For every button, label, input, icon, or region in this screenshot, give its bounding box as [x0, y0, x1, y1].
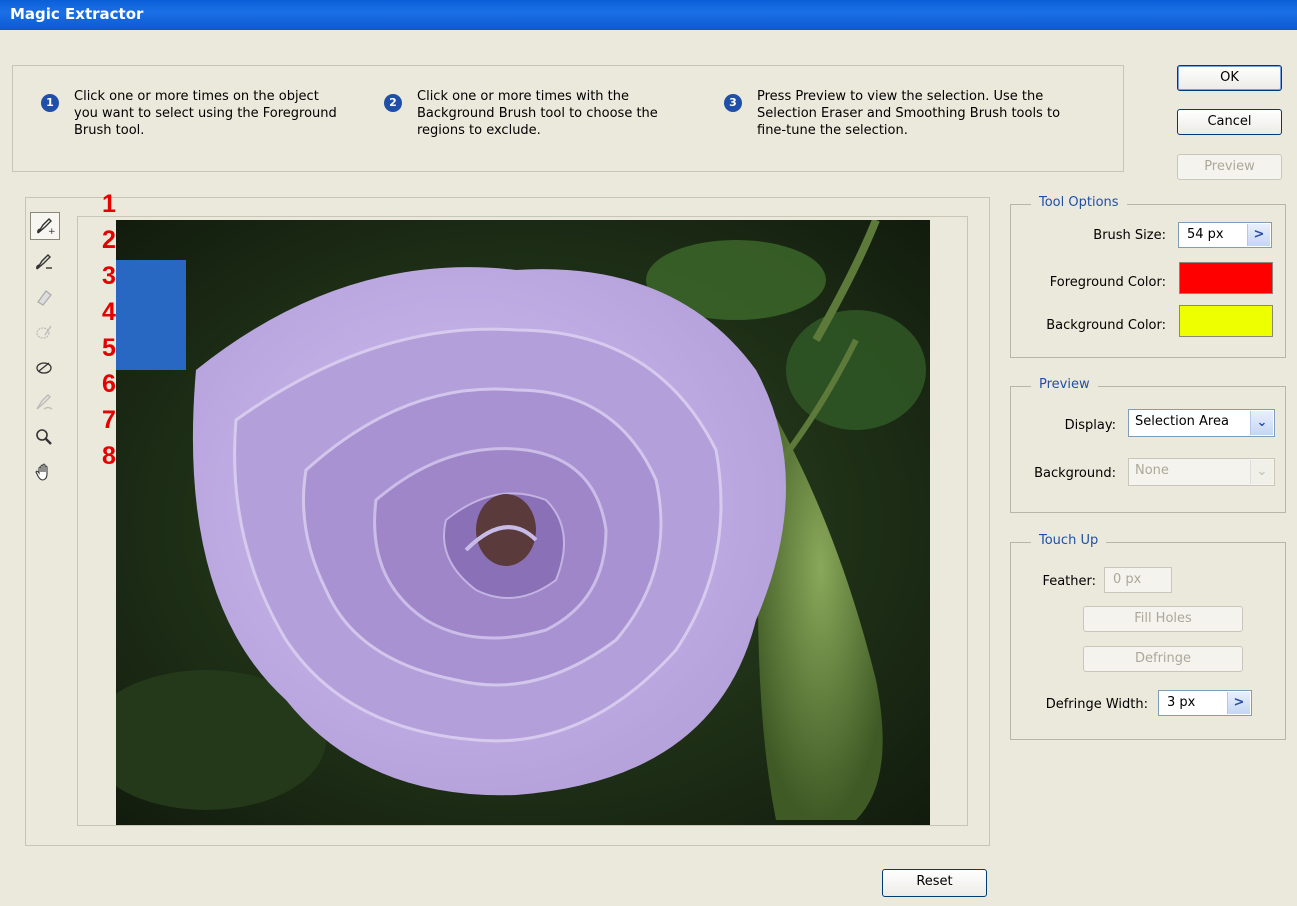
reset-button[interactable]: Reset [882, 869, 987, 897]
svg-text:+: + [48, 227, 55, 236]
zoom-icon[interactable] [30, 424, 58, 450]
preview-button[interactable]: Preview [1177, 154, 1282, 180]
step-2-number: 2 [384, 94, 402, 112]
hand-icon[interactable] [30, 459, 58, 485]
background-color-label: Background Color: [1046, 318, 1166, 333]
cancel-button[interactable]: Cancel [1177, 109, 1282, 135]
smoothing-brush-icon[interactable] [30, 389, 58, 415]
defringe-width-arrow-icon[interactable]: > [1227, 692, 1250, 714]
chevron-down-icon[interactable]: ⌄ [1250, 411, 1273, 435]
rose-photo [116, 220, 930, 825]
point-eraser-icon[interactable] [30, 284, 58, 310]
tool-number-labels: 1 2 3 4 5 6 7 8 [102, 186, 116, 474]
brush-size-arrow-icon[interactable]: > [1247, 224, 1270, 246]
add-to-selection-icon[interactable] [30, 319, 58, 345]
step-2: 2 Click one or more times with the Backg… [384, 88, 687, 139]
chevron-down-icon[interactable]: ⌄ [1250, 460, 1273, 484]
tool-number: 6 [102, 370, 116, 398]
defringe-width-value: 3 px [1167, 695, 1196, 710]
fill-holes-button[interactable]: Fill Holes [1083, 606, 1243, 632]
brush-size-field[interactable]: 54 px > [1178, 222, 1272, 248]
background-select[interactable]: None ⌄ [1128, 458, 1275, 486]
foreground-color-swatch[interactable] [1179, 262, 1273, 294]
toolbox: + [30, 212, 62, 494]
window-title: Magic Extractor [10, 5, 144, 23]
touch-up-legend: Touch Up [1031, 533, 1107, 548]
tool-number: 1 [102, 190, 116, 218]
step-3-number: 3 [724, 94, 742, 112]
display-select[interactable]: Selection Area ⌄ [1128, 409, 1275, 437]
tool-number: 5 [102, 334, 116, 362]
tool-number: 4 [102, 298, 116, 326]
feather-label: Feather: [1042, 574, 1096, 589]
tool-number: 7 [102, 406, 116, 434]
feather-field[interactable]: 0 px [1104, 567, 1172, 593]
brush-size-label: Brush Size: [1093, 228, 1166, 243]
tool-number: 3 [102, 262, 116, 290]
step-1: 1 Click one or more times on the object … [41, 88, 344, 139]
display-value: Selection Area [1135, 414, 1229, 429]
preview-legend: Preview [1031, 377, 1098, 392]
step-3-text: Press Preview to view the selection. Use… [757, 89, 1061, 138]
step-3: 3 Press Preview to view the selection. U… [724, 88, 1077, 139]
background-brush-icon[interactable] [30, 249, 58, 275]
defringe-button[interactable]: Defringe [1083, 646, 1243, 672]
title-bar: Magic Extractor [0, 0, 1297, 30]
foreground-color-label: Foreground Color: [1049, 275, 1166, 290]
tool-options-legend: Tool Options [1031, 195, 1127, 210]
ok-button[interactable]: OK [1177, 65, 1282, 91]
background-select-value: None [1135, 463, 1169, 478]
instructions-panel: 1 Click one or more times on the object … [12, 65, 1124, 172]
background-color-swatch[interactable] [1179, 305, 1273, 337]
image-canvas[interactable] [116, 220, 930, 825]
step-2-text: Click one or more times with the Backgro… [417, 89, 658, 138]
defringe-width-label: Defringe Width: [1045, 697, 1148, 712]
foreground-brush-icon[interactable]: + [30, 212, 60, 240]
step-1-text: Click one or more times on the object yo… [74, 89, 337, 138]
tool-number: 2 [102, 226, 116, 254]
brush-size-value: 54 px [1187, 227, 1224, 242]
preview-group: Preview [1010, 377, 1286, 513]
tool-number: 8 [102, 442, 116, 470]
display-label: Display: [1064, 418, 1116, 433]
background-select-label: Background: [1034, 466, 1116, 481]
step-1-number: 1 [41, 94, 59, 112]
defringe-width-field[interactable]: 3 px > [1158, 690, 1252, 716]
remove-from-selection-icon[interactable] [30, 354, 58, 380]
